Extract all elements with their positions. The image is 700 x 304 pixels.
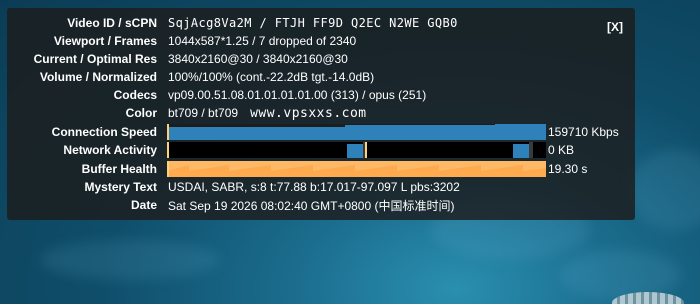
- row-mystery-text: Mystery Text USDAI, SABR, s:8 t:77.88 b:…: [7, 178, 460, 196]
- row-date: Date Sat Sep 19 2026 08:02:40 GMT+0800 (…: [7, 196, 455, 214]
- row-network-activity: Network Activity: [7, 141, 157, 159]
- connection-speed-label: Connection Speed: [51, 125, 157, 139]
- mystery-text-value: USDAI, SABR, s:8 t:77.88 b:17.017-97.097…: [168, 180, 460, 194]
- mystery-text-label: Mystery Text: [84, 180, 157, 194]
- volume-label: Volume / Normalized: [39, 70, 157, 84]
- connection-speed-value: 159710 Kbps: [548, 125, 619, 139]
- codecs-value: vp09.00.51.08.01.01.01.01.00 (313) / opu…: [168, 88, 427, 102]
- watermark-text: www.vpsxxs.com: [250, 105, 367, 121]
- video-id-label: Video ID / sCPN: [67, 16, 157, 30]
- volume-value: 100%/100% (cont.-22.2dB tgt.-14.0dB): [168, 70, 375, 84]
- codecs-label: Codecs: [113, 88, 157, 102]
- row-color: Color bt709 / bt709 www.vpsxxs.com: [7, 104, 367, 122]
- buffer-health-label: Buffer Health: [81, 162, 157, 176]
- row-resolution: Current / Optimal Res 3840x2160@30 / 384…: [7, 50, 348, 68]
- color-label: Color: [125, 106, 157, 120]
- network-activity-label: Network Activity: [63, 143, 157, 157]
- buffer-health-graph: [167, 161, 546, 177]
- color-value: bt709 / bt709: [168, 106, 239, 120]
- video-id-value: SqjAcg8Va2M / FTJH FF9D Q2EC N2WE GQB0: [168, 16, 458, 30]
- date-value: Sat Sep 19 2026 08:02:40 GMT+0800 (中国标准时…: [168, 198, 455, 213]
- stats-for-nerds-panel: [X] Video ID / sCPN SqjAcg8Va2M / FTJH F…: [7, 8, 635, 220]
- date-label: Date: [130, 198, 157, 212]
- viewport-label: Viewport / Frames: [53, 34, 157, 48]
- row-connection-speed: Connection Speed: [7, 123, 157, 141]
- connection-speed-graph: [167, 124, 546, 140]
- row-video-id: Video ID / sCPN SqjAcg8Va2M / FTJH FF9D …: [7, 14, 458, 32]
- buffer-health-value: 19.30 s: [548, 162, 588, 176]
- row-buffer-health: Buffer Health: [7, 160, 157, 178]
- buffer-health-wave: [167, 161, 546, 177]
- row-volume: Volume / Normalized 100%/100% (cont.-22.…: [7, 68, 374, 86]
- row-viewport: Viewport / Frames 1044x587*1.25 / 7 drop…: [7, 32, 356, 50]
- network-activity-value: 0 KB: [548, 143, 575, 157]
- close-button[interactable]: [X]: [607, 20, 623, 34]
- network-activity-graph: [167, 142, 546, 158]
- resolution-value: 3840x2160@30 / 3840x2160@30: [168, 52, 348, 66]
- resolution-label: Current / Optimal Res: [33, 52, 157, 66]
- viewport-value: 1044x587*1.25 / 7 dropped of 2340: [168, 34, 357, 48]
- row-codecs: Codecs vp09.00.51.08.01.01.01.01.00 (313…: [7, 86, 427, 104]
